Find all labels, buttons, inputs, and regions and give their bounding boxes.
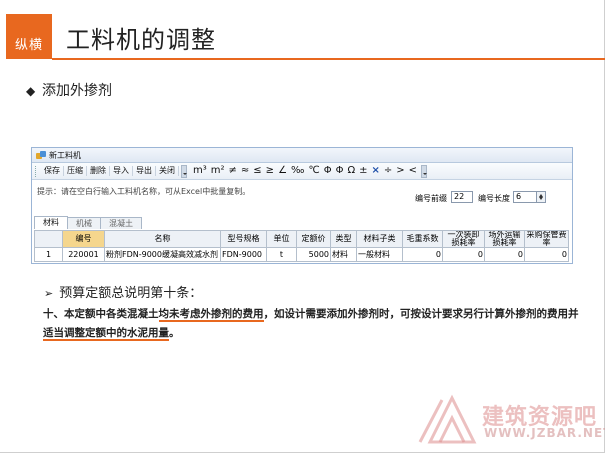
cell-load-loss[interactable]: 0 (442, 247, 485, 262)
bullet-add-admixture: ◆ 添加外掺剂 (26, 80, 112, 100)
toolbar-overflow-button[interactable] (181, 164, 187, 178)
tab-bar: 材料 机械 混凝土 (34, 216, 142, 229)
window-title: 新工料机 (49, 150, 81, 160)
cell-subclass[interactable]: 一般材料 (356, 247, 403, 262)
cell-price[interactable]: 5000 (296, 247, 331, 262)
import-button[interactable]: 导入 (110, 166, 133, 176)
symbol-permille-button[interactable]: ‰ (289, 165, 306, 177)
watermark: 建筑资源吧 WWW.JZBAR.NET (412, 392, 605, 452)
code-prefix-input[interactable]: 22 (451, 191, 473, 203)
column-header-unit[interactable]: 单位 (266, 230, 297, 248)
symbol-not-equal-button[interactable]: ≠ (227, 165, 239, 177)
symbol-phi2-button[interactable]: Φ (334, 165, 346, 177)
cell-storage-rate[interactable]: 0 (524, 247, 569, 262)
toolbar: 保存 压缩 删除 导入 导出 关闭 m³ m² ≠ ≈ ≤ ≥ ∠ ‰ ℃ Φ … (32, 163, 572, 180)
column-header-storage-rate[interactable]: 采购保管费率 (524, 230, 569, 248)
delete-button[interactable]: 删除 (87, 166, 110, 176)
save-button[interactable]: 保存 (41, 166, 64, 176)
paragraph-part: ，如设计需要添加外掺剂时，可按设计要求另行计算外掺剂的费用并 (263, 308, 579, 320)
highlight-no-admixture-cost: 均未考虑外掺剂的费用 (158, 308, 264, 322)
watermark-url: WWW.JZBAR.NET (484, 426, 605, 440)
highlight-adjust-cement: 适当调整定额中的水泥用量 (43, 327, 169, 341)
table-header-row: 编号 名称 型号规格 单位 定额价 类型 材料子类 毛重系数 一次装卸损耗率 场… (34, 230, 569, 248)
diamond-bullet-icon: ◆ (26, 84, 36, 98)
column-header-type[interactable]: 类型 (330, 230, 357, 248)
symbol-less-button[interactable]: < (407, 165, 419, 177)
symbol-plusminus-button[interactable]: ± (357, 165, 369, 177)
watermark-logo-icon (418, 394, 477, 444)
column-header-subclass[interactable]: 材料子类 (356, 230, 403, 248)
symbol-omega-button[interactable]: Ω (345, 165, 357, 177)
symbol-m3-button[interactable]: m³ (191, 165, 209, 177)
toolbar-grip[interactable] (35, 165, 38, 177)
symbols-overflow-button[interactable] (421, 164, 428, 178)
column-header-transport-loss[interactable]: 场外运输损耗率 (484, 230, 525, 248)
column-header-gross-weight[interactable]: 毛重系数 (402, 230, 443, 248)
paragraph-part: 。 (169, 327, 180, 339)
export-button[interactable]: 导出 (133, 166, 156, 176)
cell-transport-loss[interactable]: 0 (484, 247, 525, 262)
table-row[interactable]: 1 220001 粉剂FDN-9000缓凝高效减水剂 FDN-9000 t 50… (34, 247, 569, 262)
app-icon (36, 150, 46, 160)
close-button[interactable]: 关闭 (156, 166, 179, 176)
window-titlebar: 新工料机 (32, 148, 572, 163)
code-length-label: 编号长度 (478, 194, 510, 203)
spinner-down-icon[interactable] (539, 197, 543, 200)
hint-text: 提示：请在空白行输入工料机名称，可从Excel中批量复制。 (37, 187, 251, 196)
bullet-budget-note: ➢ 预算定额总说明第十条： (44, 282, 202, 301)
paragraph-part: 十、本定额中各类混凝土 (43, 308, 159, 320)
code-prefix-label: 编号前缀 (415, 194, 447, 203)
cell-gross-weight[interactable]: 0 (402, 247, 443, 262)
symbol-times-button[interactable]: × (369, 165, 381, 177)
symbol-phi-button[interactable]: Φ (322, 165, 334, 177)
title-underline (52, 58, 605, 60)
cell-type[interactable]: 材料 (330, 247, 357, 262)
brand-label: 纵横 (14, 38, 43, 53)
bullet-text: 添加外掺剂 (42, 83, 112, 99)
tab-concrete[interactable]: 混凝土 (100, 217, 142, 229)
new-material-window: 新工料机 保存 压缩 删除 导入 导出 关闭 m³ m² ≠ ≈ ≤ ≥ ∠ ‰… (31, 147, 573, 264)
symbol-le-button[interactable]: ≤ (251, 165, 263, 177)
cell-name[interactable]: 粉剂FDN-9000缓凝高效减水剂 (104, 247, 221, 262)
column-header-name[interactable]: 名称 (104, 230, 221, 248)
column-header-code[interactable]: 编号 (62, 230, 105, 248)
symbol-greater-button[interactable]: > (394, 165, 406, 177)
column-header-price[interactable]: 定额价 (296, 230, 331, 248)
compress-button[interactable]: 压缩 (64, 166, 87, 176)
material-table: 编号 名称 型号规格 单位 定额价 类型 材料子类 毛重系数 一次装卸损耗率 场… (34, 230, 569, 262)
column-header-spec[interactable]: 型号规格 (220, 230, 267, 248)
slide: 纵横 工料机的调整 ◆ 添加外掺剂 新工料机 保存 压缩 删除 导入 导出 关闭 … (0, 0, 605, 453)
cell-index: 1 (34, 247, 63, 262)
slide-title: 工料机的调整 (66, 26, 216, 54)
symbol-m2-button[interactable]: m² (209, 165, 227, 177)
hint-row: 提示：请在空白行输入工料机名称，可从Excel中批量复制。 编号前缀 22 编号… (32, 183, 572, 205)
symbol-divide-button[interactable]: ÷ (382, 165, 394, 177)
cell-unit[interactable]: t (266, 247, 297, 262)
brand-logo: 纵横 (6, 14, 52, 59)
symbol-ge-button[interactable]: ≥ (264, 165, 276, 177)
symbol-angle-button[interactable]: ∠ (276, 165, 289, 177)
symbol-celsius-button[interactable]: ℃ (306, 165, 321, 177)
arrow-bullet-icon: ➢ (44, 287, 54, 300)
quota-paragraph: 十、本定额中各类混凝土均未考虑外掺剂的费用，如设计需要添加外掺剂时，可按设计要求… (43, 305, 583, 343)
column-header-load-loss[interactable]: 一次装卸损耗率 (442, 230, 485, 248)
bullet-text: 预算定额总说明第十条： (59, 286, 203, 301)
code-length-input[interactable]: 6 (513, 191, 537, 203)
cell-code[interactable]: 220001 (62, 247, 105, 262)
symbol-approx-button[interactable]: ≈ (239, 165, 251, 177)
code-length-spinner[interactable] (537, 191, 546, 203)
column-header-index (34, 230, 63, 248)
tab-machinery[interactable]: 机械 (67, 217, 101, 229)
tab-material[interactable]: 材料 (34, 216, 68, 229)
cell-spec[interactable]: FDN-9000 (220, 247, 267, 262)
